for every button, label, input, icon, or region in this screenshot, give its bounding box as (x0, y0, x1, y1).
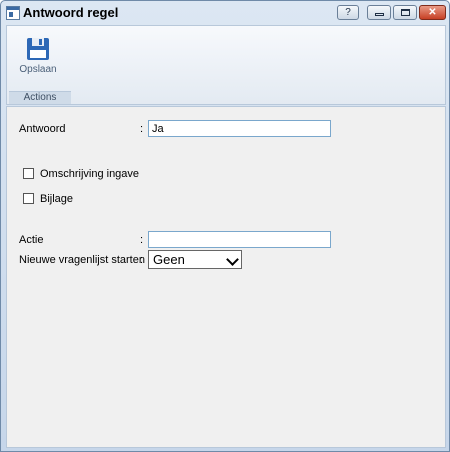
floppy-disk-icon (27, 38, 49, 60)
window-app-icon (6, 6, 20, 20)
omschrijving-ingave-checkbox[interactable] (23, 168, 34, 179)
bijlage-label: Bijlage (40, 193, 74, 205)
title-bar[interactable]: Antwoord regel ? ✕ (1, 1, 449, 25)
help-button[interactable]: ? (337, 5, 359, 20)
nieuwe-vragenlijst-selected: Geen (153, 252, 185, 267)
actie-input[interactable] (148, 231, 331, 248)
maximize-icon (400, 9, 410, 16)
save-button[interactable]: Opslaan (14, 32, 62, 80)
close-button[interactable]: ✕ (419, 5, 446, 20)
ribbon-group-label: Actions (9, 91, 71, 104)
chevron-down-icon (226, 253, 239, 266)
antwoord-colon: : (140, 123, 144, 135)
nieuwe-vragenlijst-label: Nieuwe vragenlijst starten (19, 254, 145, 266)
dialog-window: Antwoord regel ? ✕ Opslaan Actions Antwo… (0, 0, 450, 452)
bijlage-checkbox[interactable] (23, 193, 34, 204)
minimize-button[interactable] (367, 5, 391, 20)
omschrijving-ingave-label: Omschrijving ingave (40, 168, 140, 180)
antwoord-input[interactable] (148, 120, 331, 137)
actie-label: Actie (19, 234, 44, 246)
minimize-icon (374, 13, 384, 16)
antwoord-label: Antwoord (19, 123, 66, 135)
maximize-button[interactable] (393, 5, 417, 20)
form-area: Antwoord : Omschrijving ingave Bijlage A… (6, 106, 446, 448)
actie-colon: : (140, 234, 144, 246)
nieuwe-vragenlijst-select[interactable]: Geen (148, 250, 242, 269)
save-button-label: Opslaan (19, 64, 57, 75)
ribbon-toolbar: Opslaan Actions (6, 25, 446, 105)
nieuwe-vragenlijst-colon: : (140, 254, 144, 266)
window-title: Antwoord regel (23, 5, 119, 20)
